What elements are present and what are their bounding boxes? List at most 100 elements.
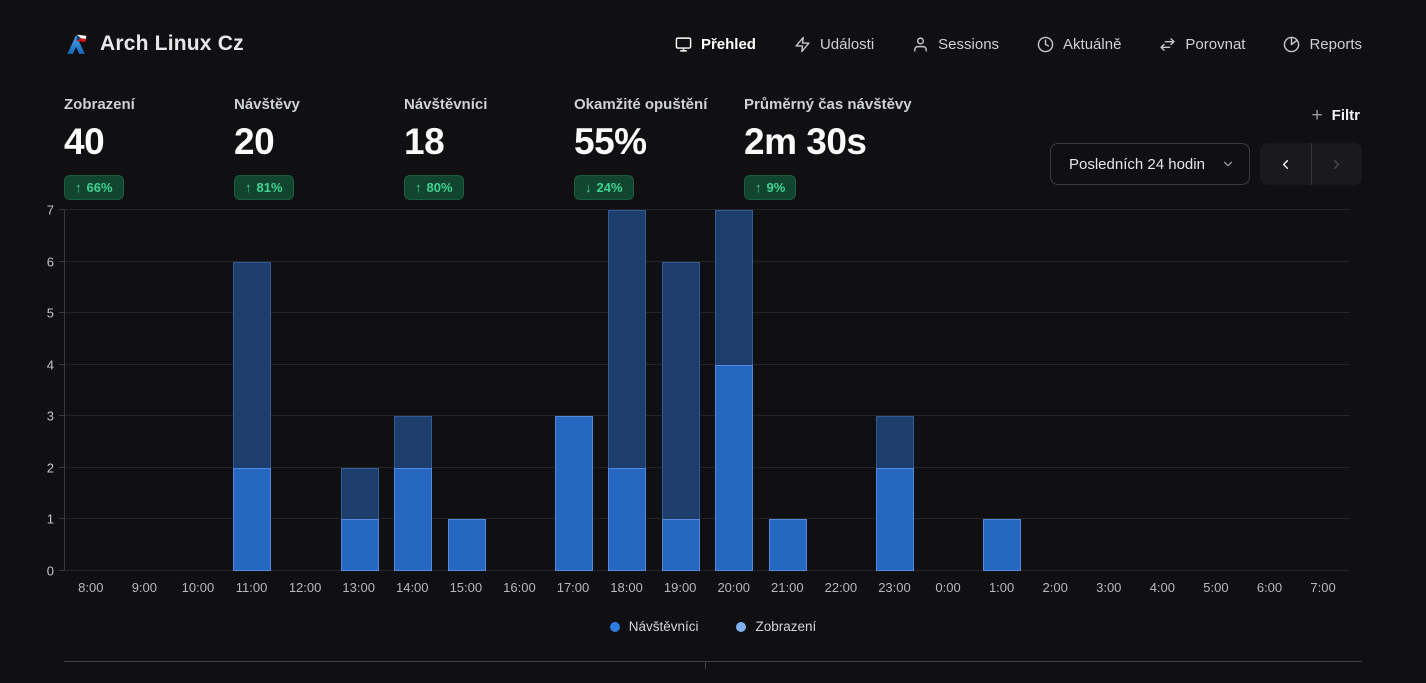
date-range-value: Posledních 24 hodin <box>1069 156 1205 173</box>
bar-navstevnici[interactable] <box>983 519 1021 571</box>
bar-navstevnici[interactable] <box>448 519 486 571</box>
chart-column <box>226 210 280 571</box>
stat-label: Návštěvníci <box>404 96 574 113</box>
header: Arch Linux Cz Přehled Události Sessions … <box>0 0 1426 88</box>
filter-label: Filtr <box>1332 107 1360 124</box>
y-tick <box>59 518 65 519</box>
stat-value: 18 <box>404 121 574 163</box>
main-nav: Přehled Události Sessions Aktuálně Porov… <box>675 36 1362 53</box>
nav-label: Sessions <box>938 36 999 53</box>
x-axis-label: 22:00 <box>814 580 868 595</box>
legend-item-navstevnici[interactable]: Návštěvníci <box>610 619 699 634</box>
clock-icon <box>1037 36 1054 53</box>
legend-dot <box>736 622 746 632</box>
chart-column <box>440 210 494 571</box>
y-tick <box>59 261 65 262</box>
nav-label: Porovnat <box>1185 36 1245 53</box>
change-value: 81% <box>257 180 283 195</box>
nav-item-aktualne[interactable]: Aktuálně <box>1037 36 1121 53</box>
chart-column <box>1029 210 1083 571</box>
legend-label: Návštěvníci <box>629 619 699 634</box>
bar-navstevnici[interactable] <box>715 365 753 571</box>
nav-item-reports[interactable]: Reports <box>1283 36 1362 53</box>
arrow-up-icon: ↑ <box>75 180 82 195</box>
arrow-up-icon: ↑ <box>415 180 422 195</box>
chart-legend: Návštěvníci Zobrazení <box>0 619 1426 634</box>
lightning-icon <box>794 36 811 53</box>
bar-navstevnici[interactable] <box>394 468 432 571</box>
x-axis-label: 5:00 <box>1189 580 1243 595</box>
nav-item-sessions[interactable]: Sessions <box>912 36 999 53</box>
stat-okamzite-opusteni: Okamžité opuštění 55% ↓ 24% <box>574 96 744 200</box>
x-axis: 8:009:0010:0011:0012:0013:0014:0015:0016… <box>64 580 1350 595</box>
panel-separator <box>705 662 706 669</box>
site-title: Arch Linux Cz <box>100 32 244 56</box>
chart-column <box>386 210 440 571</box>
x-axis-label: 6:00 <box>1243 580 1297 595</box>
y-axis-label: 2 <box>47 460 54 475</box>
arrow-up-icon: ↑ <box>245 180 252 195</box>
x-axis-label: 2:00 <box>1028 580 1082 595</box>
x-axis-label: 4:00 <box>1136 580 1190 595</box>
change-badge: ↓ 24% <box>574 175 634 200</box>
change-value: 9% <box>767 180 786 195</box>
y-axis-label: 3 <box>47 409 54 424</box>
y-tick <box>59 415 65 416</box>
bar-navstevnici[interactable] <box>233 468 271 571</box>
bar-navstevnici[interactable] <box>662 519 700 571</box>
x-axis-label: 10:00 <box>171 580 225 595</box>
stat-value: 20 <box>234 121 404 163</box>
nav-item-udalosti[interactable]: Události <box>794 36 874 53</box>
chart-column <box>1297 210 1351 571</box>
bar-navstevnici[interactable] <box>341 519 379 571</box>
chart-column <box>708 210 762 571</box>
bar-navstevnici[interactable] <box>555 416 593 571</box>
chart-plot: 01234567 <box>64 210 1350 571</box>
x-axis-label: 0:00 <box>921 580 975 595</box>
y-axis-label: 5 <box>47 306 54 321</box>
next-period-button[interactable] <box>1311 143 1363 185</box>
nav-label: Aktuálně <box>1063 36 1121 53</box>
compare-arrows-icon <box>1159 36 1176 53</box>
change-value: 80% <box>427 180 453 195</box>
chart-column <box>1136 210 1190 571</box>
bar-navstevnici[interactable] <box>608 468 646 571</box>
nav-item-porovnat[interactable]: Porovnat <box>1159 36 1245 53</box>
y-tick <box>59 209 65 210</box>
nav-label: Reports <box>1309 36 1362 53</box>
x-axis-label: 15:00 <box>439 580 493 595</box>
y-axis-label: 4 <box>47 357 54 372</box>
filter-button[interactable]: + Filtr <box>1310 100 1362 131</box>
x-axis-label: 21:00 <box>761 580 815 595</box>
chart-column <box>493 210 547 571</box>
gridline <box>65 209 1350 210</box>
stat-prumerny-cas: Průměrný čas návštěvy 2m 30s ↑ 9% <box>744 96 944 200</box>
y-tick <box>59 467 65 468</box>
bottom-panels-divider <box>64 661 1362 669</box>
bar-navstevnici[interactable] <box>769 519 807 571</box>
x-axis-label: 12:00 <box>278 580 332 595</box>
nav-item-prehled[interactable]: Přehled <box>675 36 756 53</box>
chart-column <box>65 210 119 571</box>
bar-navstevnici[interactable] <box>876 468 914 571</box>
chart-column <box>815 210 869 571</box>
stat-value: 55% <box>574 121 744 163</box>
x-axis-label: 9:00 <box>118 580 172 595</box>
chart-column <box>761 210 815 571</box>
x-axis-label: 14:00 <box>385 580 439 595</box>
chart-column <box>119 210 173 571</box>
legend-item-zobrazeni[interactable]: Zobrazení <box>736 619 816 634</box>
chart-column <box>922 210 976 571</box>
stat-label: Návštěvy <box>234 96 404 113</box>
x-axis-label: 3:00 <box>1082 580 1136 595</box>
y-tick <box>59 570 65 571</box>
nav-label: Přehled <box>701 36 756 53</box>
stat-label: Zobrazení <box>64 96 234 113</box>
arrow-down-icon: ↓ <box>585 180 592 195</box>
date-range-dropdown[interactable]: Posledních 24 hodin <box>1050 143 1250 185</box>
chart-column <box>654 210 708 571</box>
user-icon <box>912 36 929 53</box>
chart-column <box>1082 210 1136 571</box>
monitor-icon <box>675 36 692 53</box>
prev-period-button[interactable] <box>1260 143 1311 185</box>
